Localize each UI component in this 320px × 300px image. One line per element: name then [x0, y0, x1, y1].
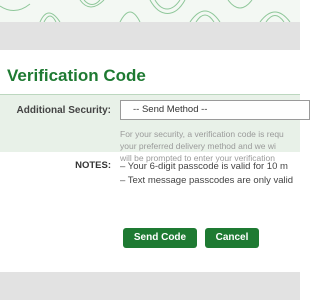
help-line: For your security, a verification code i… — [120, 129, 284, 139]
additional-security-label: Additional Security: — [16, 105, 111, 116]
note-line: – Your 6-digit passcode is valid for 10 … — [120, 161, 288, 172]
send-code-button[interactable]: Send Code — [123, 228, 197, 248]
notes-list: – Your 6-digit passcode is valid for 10 … — [120, 160, 293, 188]
tree-ring-pattern-icon — [0, 0, 291, 22]
notes-label: NOTES: — [75, 160, 111, 171]
header-banner — [0, 0, 300, 22]
nav-band — [0, 22, 300, 50]
page-title: Verification Code — [7, 66, 146, 85]
note-line: – Text message passcodes are only valid — [120, 175, 294, 186]
cancel-button[interactable]: Cancel — [205, 228, 259, 248]
footer-band — [0, 272, 300, 300]
send-method-select[interactable]: -- Send Method -- — [120, 100, 310, 120]
security-help-text: For your security, a verification code i… — [120, 128, 284, 164]
help-line: your preferred delivery method and we wi — [120, 141, 276, 151]
